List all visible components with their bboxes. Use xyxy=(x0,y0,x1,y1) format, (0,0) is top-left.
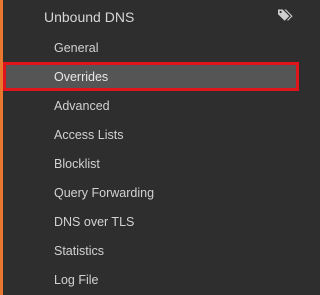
menu-item-label: Log File xyxy=(54,272,99,287)
menu-item-advanced[interactable]: Advanced xyxy=(3,91,302,120)
sidebar-submenu: Unbound DNS General Overrides Advanced A… xyxy=(0,0,302,295)
menu-item-label: General xyxy=(54,40,99,55)
section-header-unbound-dns[interactable]: Unbound DNS xyxy=(3,0,302,33)
section-title: Unbound DNS xyxy=(44,8,135,25)
menu-item-label: Advanced xyxy=(54,98,110,113)
menu-item-query-forwarding[interactable]: Query Forwarding xyxy=(3,178,302,207)
unbound-dns-menu: General Overrides Advanced Access Lists … xyxy=(3,33,302,294)
menu-item-general[interactable]: General xyxy=(3,33,302,62)
menu-item-overrides[interactable]: Overrides xyxy=(3,62,299,91)
tags-icon xyxy=(277,8,294,23)
menu-item-label: Access Lists xyxy=(54,127,124,142)
menu-item-label: DNS over TLS xyxy=(54,214,135,229)
menu-item-label: Overrides xyxy=(54,69,109,84)
menu-item-label: Statistics xyxy=(54,243,105,258)
menu-item-access-lists[interactable]: Access Lists xyxy=(3,120,302,149)
menu-item-statistics[interactable]: Statistics xyxy=(3,236,302,265)
menu-item-log-file[interactable]: Log File xyxy=(3,265,302,294)
menu-item-blocklist[interactable]: Blocklist xyxy=(3,149,302,178)
menu-item-label: Blocklist xyxy=(54,156,100,171)
menu-item-dns-over-tls[interactable]: DNS over TLS xyxy=(3,207,302,236)
menu-item-label: Query Forwarding xyxy=(54,185,155,200)
